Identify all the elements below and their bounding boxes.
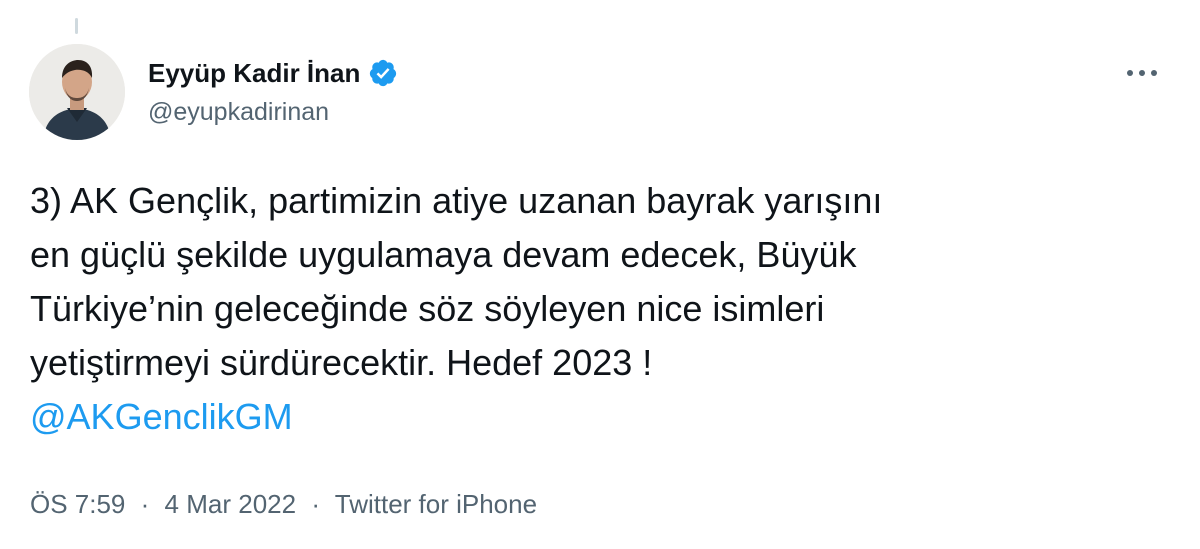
author-name-row: Eyyüp Kadir İnan — [148, 56, 398, 90]
tweet-text: 3) AK Gençlik, partimizin atiye uzanan b… — [30, 174, 1160, 444]
author-handle[interactable]: @eyupkadirinan — [148, 96, 329, 128]
avatar[interactable] — [29, 44, 125, 140]
tweet-time[interactable]: ÖS 7:59 — [30, 489, 125, 519]
author-display-name[interactable]: Eyyüp Kadir İnan — [148, 56, 360, 90]
more-horizontal-icon — [1125, 64, 1159, 82]
tweet-date[interactable]: 4 Mar 2022 — [165, 489, 297, 519]
tweet-text-line: en güçlü şekilde uygulamaya devam edecek… — [30, 234, 857, 275]
more-options-button[interactable] — [1118, 56, 1166, 90]
tweet-text-line: yetiştirmeyi sürdürecektir. Hedef 2023 ! — [30, 342, 653, 383]
mention-link[interactable]: @AKGenclikGM — [30, 390, 1160, 444]
meta-separator: · — [311, 489, 320, 519]
tweet-metadata: ÖS 7:59 · 4 Mar 2022 · Twitter for iPhon… — [30, 487, 537, 521]
meta-separator: · — [140, 489, 150, 519]
thread-connector-line — [75, 18, 78, 34]
tweet-text-line: Türkiye’nin geleceğinde söz söyleyen nic… — [30, 288, 825, 329]
verified-badge-icon — [368, 58, 398, 88]
tweet-text-line: 3) AK Gençlik, partimizin atiye uzanan b… — [30, 180, 883, 221]
profile-photo — [29, 44, 125, 140]
tweet-source[interactable]: Twitter for iPhone — [335, 489, 537, 519]
